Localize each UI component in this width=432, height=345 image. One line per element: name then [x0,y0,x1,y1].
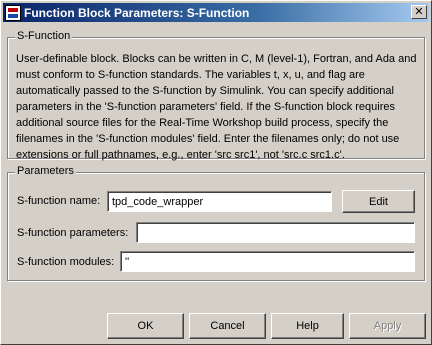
description-line: must conform to S-function standards. Th… [16,69,365,81]
parameters-group-title: Parameters [15,165,76,177]
window-title: Function Block Parameters: S-Function [24,5,250,20]
sfunction-group-title: S-Function [15,30,73,42]
description-line: extensions or full pathnames, e.g., ente… [16,149,345,161]
sfunction-name-label: S-function name: [17,195,101,207]
title-bar[interactable]: Function Block Parameters: S-Function ✕ [3,3,429,22]
description-line: parameters in the 'S-function parameters… [16,101,395,113]
sfunction-modules-label: S-function modules: [17,256,115,268]
ok-button[interactable]: OK [107,313,184,339]
dialog-window: Function Block Parameters: S-Function ✕ … [0,0,432,345]
block-description: User-definable block. Blocks can be writ… [16,51,418,163]
sfunction-parameters-input[interactable] [136,222,415,243]
sfunction-description-group: S-Function User-definable block. Blocks … [7,30,425,161]
close-button[interactable]: ✕ [411,5,427,19]
help-button[interactable]: Help [271,313,344,339]
description-line: automatically passed to the S-function b… [16,85,394,97]
description-line: filenames in the 'S-function modules' fi… [16,133,400,145]
cancel-button[interactable]: Cancel [189,313,266,339]
close-icon: ✕ [414,5,424,18]
description-line: User-definable block. Blocks can be writ… [16,53,417,65]
description-line: additional source files for the Real-Tim… [16,117,389,129]
parameters-group: Parameters S-function name: tpd_code_wra… [7,165,425,281]
sfunction-modules-input[interactable]: '' [120,251,415,272]
sfunction-name-input[interactable]: tpd_code_wrapper [107,191,332,212]
sfunction-parameters-label: S-function parameters: [17,227,129,239]
apply-button[interactable]: Apply [349,313,426,339]
edit-button[interactable]: Edit [342,190,415,213]
simulink-block-icon [5,4,21,21]
